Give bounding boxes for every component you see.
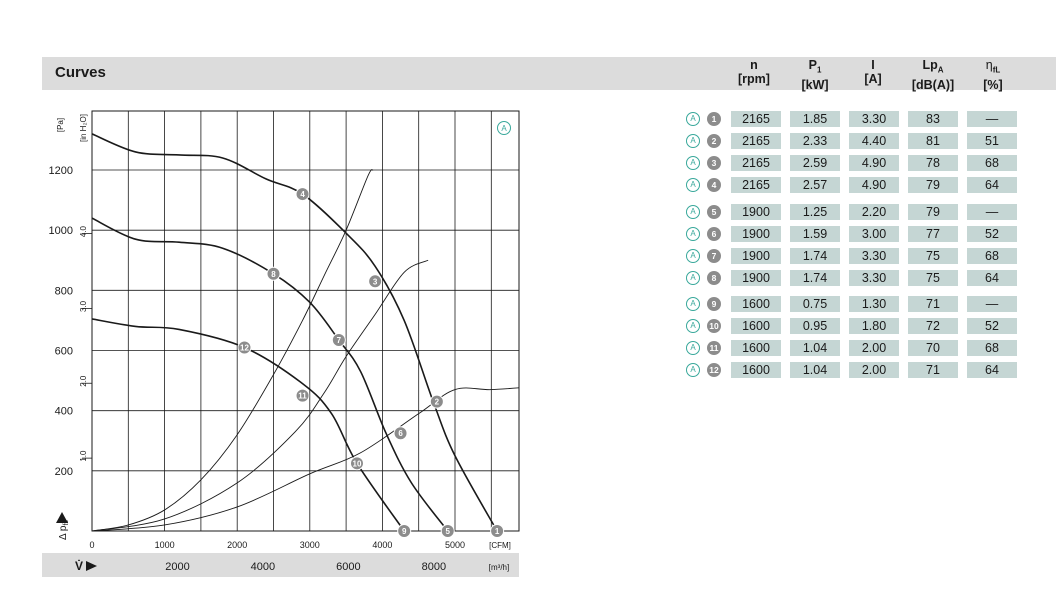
operating-point-label: 6 <box>398 429 403 438</box>
operating-point-label: 4 <box>300 190 305 199</box>
y-tick-label: 800 <box>55 285 73 297</box>
operating-point-label: 9 <box>402 527 407 536</box>
x-tick-label-m3h: 4000 <box>251 561 275 573</box>
operating-point-label: 5 <box>446 527 451 536</box>
x-unit-cfm: [CFM] <box>489 541 511 550</box>
operating-point-label: 10 <box>353 459 362 468</box>
y2-tick-label: 2.0 <box>79 375 88 387</box>
x-tick-label-m3h: 6000 <box>336 561 360 573</box>
operating-point-label: 8 <box>271 270 276 279</box>
x-tick-label-cfm: 5000 <box>445 540 465 550</box>
x-tick-label-cfm: 2000 <box>227 540 247 550</box>
x-axis-title: V̇ <box>75 558 83 573</box>
y2-tick-label: 1.0 <box>79 450 88 462</box>
x-tick-label-m3h: 8000 <box>422 561 446 573</box>
curve-set-badge-label: A <box>501 124 507 133</box>
chart: 123456789101112A20040060080010001200[Pa]… <box>42 110 520 577</box>
x-tick-label-cfm: 0 <box>89 540 94 550</box>
y-tick-label: 400 <box>55 406 73 418</box>
x-tick-label-m3h: 2000 <box>165 561 189 573</box>
operating-point-label: 3 <box>373 277 378 286</box>
y-tick-label: 600 <box>55 346 73 358</box>
y-tick-label: 200 <box>55 466 73 478</box>
y-axis-arrow <box>56 512 68 523</box>
x-tick-label-cfm: 1000 <box>155 540 175 550</box>
x-unit-m3h: [m³/h] <box>489 563 509 572</box>
x-tick-label-cfm: 3000 <box>300 540 320 550</box>
x-axis-band <box>42 553 519 577</box>
x-tick-label-cfm: 4000 <box>372 540 392 550</box>
y-tick-label: 1000 <box>49 225 73 237</box>
operating-point-label: 12 <box>240 343 249 352</box>
operating-point-label: 11 <box>298 392 307 401</box>
operating-point-label: 7 <box>337 336 342 345</box>
operating-point-label: 1 <box>495 527 500 536</box>
y-unit-label: [Pa] <box>56 118 65 132</box>
y-tick-label: 1200 <box>49 165 73 177</box>
y2-tick-label: 4.0 <box>79 225 88 237</box>
y2-unit-label: [in H₂O] <box>79 114 88 142</box>
operating-point-label: 2 <box>435 398 440 407</box>
y2-tick-label: 3.0 <box>79 300 88 312</box>
